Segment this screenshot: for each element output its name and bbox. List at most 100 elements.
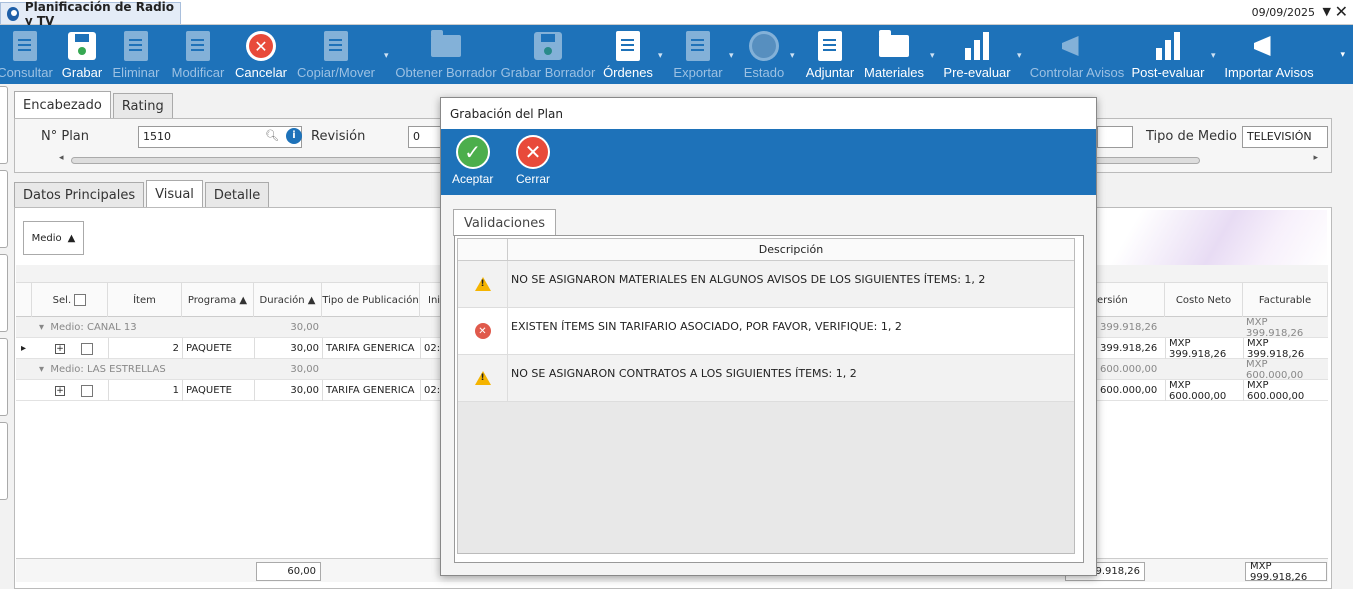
tipo-medio-label: Tipo de Medio (1146, 129, 1237, 144)
consultar-button[interactable]: Consultar (0, 25, 53, 84)
folder-icon (429, 29, 463, 63)
validations-grid: Descripción NO SE ASIGNARON MATERIALES E… (454, 235, 1084, 563)
tab-validaciones[interactable]: Validaciones (453, 209, 557, 236)
side-panel-tabs[interactable] (0, 86, 10, 536)
scroll-right-icon[interactable]: ▸ (1313, 153, 1318, 163)
materiales-button[interactable]: Materiales (864, 25, 924, 84)
plan-field[interactable]: 1510 🔍︎ i (138, 126, 302, 148)
warning-icon (474, 371, 491, 385)
col-facturable[interactable]: Facturable (1243, 283, 1328, 317)
partial-field[interactable] (1097, 126, 1133, 148)
sort-asc-icon: ▲ (67, 232, 76, 244)
tab-encabezado[interactable]: Encabezado (14, 91, 111, 119)
current-date: 09/09/2025 (1251, 6, 1315, 19)
total-duracion: 60,00 (256, 562, 321, 581)
row-checkbox[interactable] (78, 380, 96, 401)
close-circle-icon: ✕ (516, 135, 550, 169)
post-evaluar-button[interactable]: Post-evaluar (1132, 25, 1205, 84)
select-all-checkbox[interactable] (74, 294, 87, 306)
cerrar-button[interactable]: ✕ Cerrar (516, 135, 550, 186)
modificar-button[interactable]: Modificar (170, 25, 226, 84)
adjuntar-button[interactable]: Adjuntar (804, 25, 856, 84)
app-tab-title: Planificación de Radio y TV (24, 0, 175, 28)
search-icon[interactable]: 🔍︎ (265, 129, 279, 142)
revision-field[interactable]: 0 (408, 126, 443, 148)
grabar-borrador-button[interactable]: Grabar Borrador (501, 25, 595, 84)
total-facturable: MXP 999.918,26 (1245, 561, 1327, 583)
grabacion-dialog: Grabación del Plan ✓ Aceptar ✕ Cerrar Va… (440, 97, 1097, 576)
ordenes-button[interactable]: Órdenes (603, 25, 653, 84)
obtener-borrador-button[interactable]: Obtener Borrador (395, 25, 497, 84)
chart-money-icon (960, 29, 994, 63)
estado-button[interactable]: Estado (742, 25, 786, 84)
toolbar-overflow-icon[interactable]: ▾ (1340, 50, 1345, 60)
megaphone-icon (1060, 29, 1094, 63)
app-logo-icon (7, 6, 19, 21)
info-icon[interactable]: i (286, 128, 302, 144)
copy-icon (319, 29, 353, 63)
cancel-icon: ✕ (244, 29, 278, 63)
expand-icon[interactable]: + (52, 380, 68, 401)
tab-visual[interactable]: Visual (146, 180, 203, 208)
col-descripcion[interactable]: Descripción (508, 239, 1074, 260)
megaphone-import-icon (1252, 29, 1286, 63)
dialog-toolbar: ✓ Aceptar ✕ Cerrar (441, 129, 1096, 195)
status-icon (747, 29, 781, 63)
aceptar-button[interactable]: ✓ Aceptar (452, 135, 493, 186)
ordenes-dropdown-caret[interactable]: ▾ (658, 51, 663, 61)
tab-datos-principales[interactable]: Datos Principales (14, 182, 145, 208)
revision-label: Revisión (311, 129, 366, 144)
col-item[interactable]: Ítem (108, 283, 182, 317)
save-draft-icon (531, 29, 565, 63)
copiar-mover-button[interactable]: Copiar/Mover (296, 25, 376, 84)
validation-row[interactable]: NO SE ASIGNARON CONTRATOS A LOS SIGUIENT… (458, 355, 1074, 402)
attach-icon (813, 29, 847, 63)
validations-header: Descripción (458, 239, 1074, 261)
app-window: Planificación de Radio y TV 09/09/2025 ▼… (0, 0, 1353, 589)
scroll-left-icon[interactable]: ◂ (59, 153, 64, 163)
pre-evaluar-dropdown-caret[interactable]: ▾ (1017, 51, 1022, 61)
grabar-button[interactable]: Grabar (60, 25, 104, 84)
search-document-icon (8, 29, 42, 63)
col-programa[interactable]: Programa ▲ (182, 283, 254, 317)
post-evaluar-dropdown-caret[interactable]: ▾ (1211, 51, 1216, 61)
check-icon: ✓ (455, 135, 490, 169)
exportar-dropdown-caret[interactable]: ▾ (729, 51, 734, 61)
expand-icon[interactable]: + (52, 338, 68, 359)
header-tabs: Encabezado Rating (14, 91, 173, 119)
col-tipo-publicacion[interactable]: Tipo de Publicación (322, 283, 420, 317)
close-icon[interactable]: ✕ (1335, 2, 1348, 21)
col-inversion[interactable]: ersión (1097, 283, 1165, 317)
tab-detalle[interactable]: Detalle (204, 182, 270, 208)
materiales-dropdown-caret[interactable]: ▾ (930, 51, 935, 61)
pre-evaluar-button[interactable]: Pre-evaluar (943, 25, 1011, 84)
app-tab[interactable]: Planificación de Radio y TV (0, 0, 181, 28)
row-checkbox[interactable] (78, 338, 96, 359)
export-icon (681, 29, 715, 63)
warning-icon (474, 277, 491, 291)
cancelar-button[interactable]: ✕ Cancelar (235, 25, 287, 84)
delete-document-icon (119, 29, 153, 63)
eliminar-button[interactable]: Eliminar (112, 25, 160, 84)
tab-rating[interactable]: Rating (112, 93, 173, 119)
materials-icon (877, 29, 911, 63)
validation-row[interactable]: ✕ EXISTEN ÍTEMS SIN TARIFARIO ASOCIADO, … (458, 308, 1074, 355)
col-costo-neto[interactable]: Costo Neto (1165, 283, 1243, 317)
validation-row[interactable]: NO SE ASIGNARON MATERIALES EN ALGUNOS AV… (458, 261, 1074, 308)
tipo-medio-field[interactable]: TELEVISIÓN (1242, 126, 1328, 148)
col-duracion[interactable]: Duración ▲ (254, 283, 322, 317)
chevron-down-icon[interactable]: ▼ (1323, 5, 1331, 18)
exportar-button[interactable]: Exportar (672, 25, 724, 84)
edit-document-icon (181, 29, 215, 63)
main-toolbar: Consultar Grabar Eliminar Modificar ✕ Ca… (0, 25, 1353, 84)
error-icon: ✕ (474, 323, 491, 339)
controlar-avisos-button[interactable]: Controlar Avisos (1030, 25, 1124, 84)
add-document-icon (611, 29, 645, 63)
plan-label: N° Plan (41, 129, 90, 144)
group-by-medio-chip[interactable]: Medio ▲ (23, 221, 84, 255)
copiar-dropdown-caret[interactable]: ▾ (384, 51, 389, 61)
importar-avisos-button[interactable]: Importar Avisos (1224, 25, 1314, 84)
col-sel[interactable]: Sel. (32, 283, 108, 317)
title-bar: Planificación de Radio y TV 09/09/2025 ▼… (0, 0, 1353, 28)
estado-dropdown-caret[interactable]: ▾ (790, 51, 795, 61)
